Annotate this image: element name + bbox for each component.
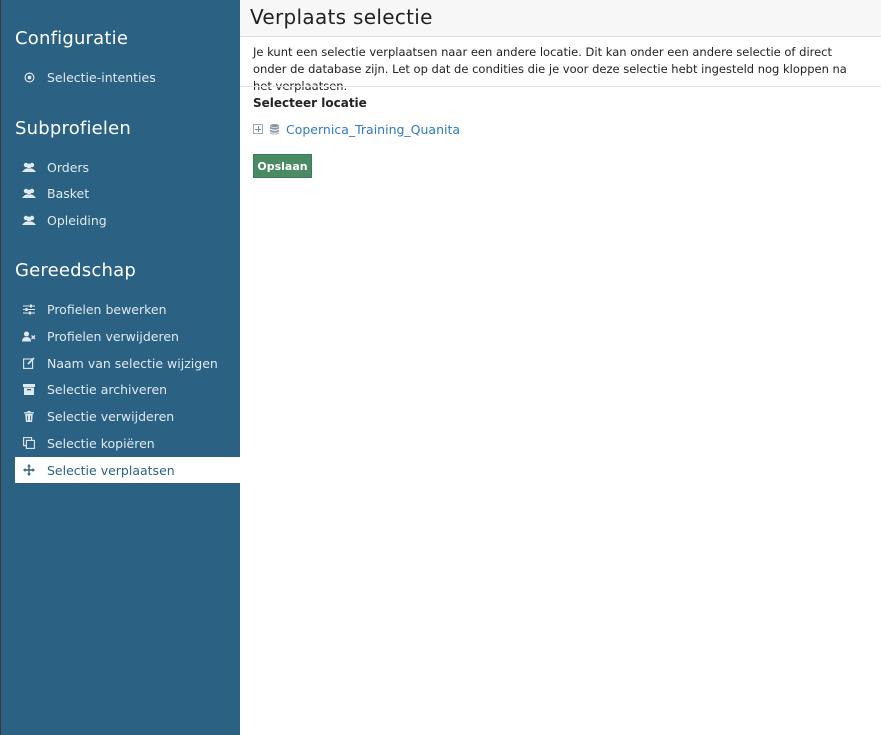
- save-button[interactable]: Opslaan: [253, 154, 312, 178]
- sidebar-item-label: Selectie kopiëren: [47, 435, 155, 451]
- page-header: Verplaats selectie: [240, 0, 881, 37]
- sidebar-item-label: Profielen verwijderen: [47, 328, 179, 344]
- sliders-icon: [22, 302, 36, 316]
- section-title-configuratie: Configuratie: [15, 28, 129, 49]
- sidebar-item-label: Naam van selectie wijzigen: [47, 355, 218, 371]
- sidebar-item-profielen-bewerken[interactable]: Profielen bewerken: [15, 296, 240, 322]
- sidebar-item-label: Orders: [47, 159, 90, 175]
- sidebar-item-selectie-verwijderen[interactable]: Selectie verwijderen: [15, 403, 240, 429]
- archive-icon: [22, 382, 36, 396]
- target-icon: [22, 70, 36, 84]
- tree-item: Copernica_Training_Quanita: [253, 121, 460, 137]
- sidebar-item-label: Selectie verwijderen: [47, 408, 175, 424]
- edit-icon: [22, 356, 36, 370]
- sidebar-item-selectie-archiveren[interactable]: Selectie archiveren: [15, 376, 240, 402]
- sidebar-item-profielen-verwijderen[interactable]: Profielen verwijderen: [15, 323, 240, 349]
- user-remove-icon: [22, 329, 36, 343]
- trash-icon: [22, 409, 36, 423]
- users-icon: [22, 186, 36, 200]
- section-title-subprofielen: Subprofielen: [15, 118, 131, 139]
- divider: [240, 86, 881, 87]
- sidebar-item-selectie-intenties[interactable]: Selectie-intenties: [15, 64, 240, 90]
- sidebar-item-naam-wijzigen[interactable]: Naam van selectie wijzigen: [15, 350, 240, 376]
- page-title: Verplaats selectie: [250, 5, 433, 29]
- sidebar-item-selectie-verplaatsen[interactable]: Selectie verplaatsen: [15, 457, 240, 483]
- sidebar: Configuratie Selectie-intenties Subprofi…: [1, 0, 240, 735]
- page-description: Je kunt een selectie verplaatsen naar ee…: [253, 45, 847, 93]
- section-title-gereedschap: Gereedschap: [15, 260, 136, 281]
- users-icon: [22, 213, 36, 227]
- copy-icon: [22, 436, 36, 450]
- sidebar-item-label: Selectie-intenties: [47, 69, 156, 85]
- sidebar-item-orders[interactable]: Orders: [15, 154, 240, 180]
- sidebar-item-opleiding[interactable]: Opleiding: [15, 207, 240, 233]
- users-icon: [22, 160, 36, 174]
- sidebar-item-label: Profielen bewerken: [47, 301, 167, 317]
- sidebar-item-label: Selectie verplaatsen: [47, 462, 175, 478]
- move-icon: [22, 463, 36, 477]
- sidebar-item-label: Basket: [47, 185, 90, 201]
- main-panel: Verplaats selectie Je kunt een selectie …: [240, 0, 881, 735]
- sidebar-item-label: Opleiding: [47, 212, 107, 228]
- tree-item-link[interactable]: Copernica_Training_Quanita: [286, 122, 460, 137]
- database-icon: [270, 123, 279, 135]
- sidebar-item-label: Selectie archiveren: [47, 381, 168, 397]
- sidebar-item-basket[interactable]: Basket: [15, 180, 240, 206]
- location-label: Selecteer locatie: [253, 96, 367, 110]
- sidebar-item-selectie-kopieren[interactable]: Selectie kopiëren: [15, 430, 240, 456]
- expand-icon[interactable]: [253, 124, 263, 134]
